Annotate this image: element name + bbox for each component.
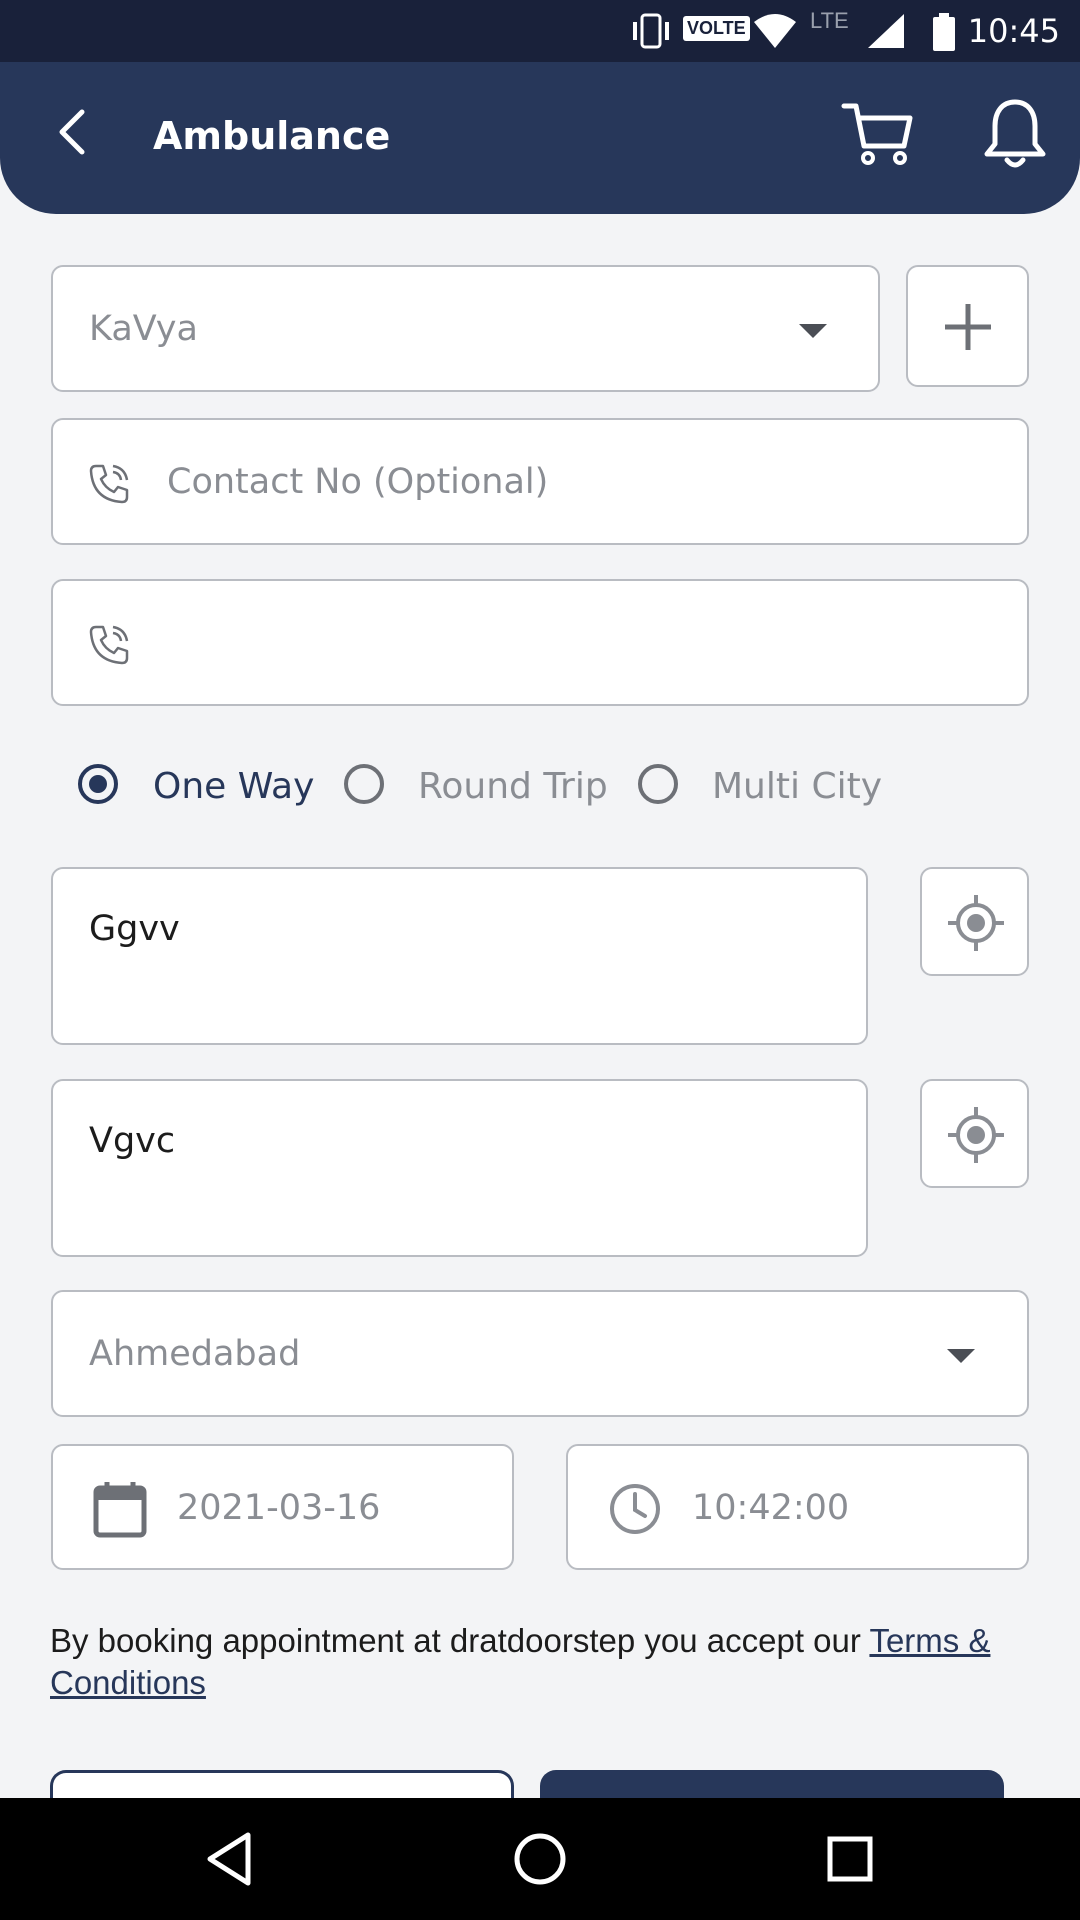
- signal-icon: [868, 14, 904, 48]
- radio-one-way-label[interactable]: One Way: [153, 766, 314, 807]
- drop-locate-button[interactable]: [920, 1079, 1029, 1188]
- contact-placeholder: Contact No (Optional): [167, 462, 549, 502]
- pickup-address-field[interactable]: Ggvv: [51, 867, 868, 1045]
- terms-prefix: By booking appointment at dratdoorstep y…: [50, 1622, 870, 1659]
- drop-address-field[interactable]: Vgvc: [51, 1079, 868, 1257]
- date-field[interactable]: 2021-03-16: [51, 1444, 514, 1570]
- nav-back-icon[interactable]: [200, 1829, 260, 1889]
- calendar-icon: [93, 1482, 147, 1538]
- city-select-value: Ahmedabad: [89, 1334, 301, 1374]
- back-arrow-icon[interactable]: [48, 102, 98, 162]
- battery-icon: [933, 13, 955, 51]
- nav-home-icon[interactable]: [510, 1829, 570, 1889]
- vibrate-icon: [633, 13, 669, 49]
- radio-round-trip-label[interactable]: Round Trip: [418, 766, 608, 807]
- trip-type-group: One Way Round Trip Multi City: [78, 764, 978, 812]
- radio-multi-city[interactable]: [638, 764, 678, 804]
- radio-one-way[interactable]: [78, 764, 118, 804]
- system-nav-bar: [0, 1798, 1080, 1920]
- wifi-icon: [754, 14, 796, 48]
- lte-label: LTE: [810, 8, 849, 33]
- locate-icon: [948, 895, 1004, 951]
- clock: 10:45: [967, 12, 1060, 50]
- cart-icon[interactable]: [840, 96, 916, 172]
- chevron-down-icon: [947, 1349, 975, 1363]
- chevron-down-icon: [799, 324, 827, 338]
- patient-select-value: KaVya: [89, 309, 198, 349]
- time-value: 10:42:00: [692, 1488, 850, 1528]
- drop-address-value: Vgvc: [89, 1121, 176, 1161]
- date-value: 2021-03-16: [177, 1488, 381, 1528]
- locate-icon: [948, 1107, 1004, 1163]
- nav-recents-icon[interactable]: [820, 1829, 880, 1889]
- terms-text: By booking appointment at dratdoorstep y…: [50, 1620, 1040, 1704]
- patient-select[interactable]: KaVya: [51, 265, 880, 392]
- status-bar: VOLTE LTE 10:45: [0, 0, 1080, 62]
- bell-icon[interactable]: [980, 96, 1050, 172]
- time-field[interactable]: 10:42:00: [566, 1444, 1029, 1570]
- clock-icon: [610, 1484, 660, 1534]
- add-patient-button[interactable]: [906, 265, 1029, 387]
- contact-field[interactable]: Contact No (Optional): [51, 418, 1029, 545]
- app-bar: Ambulance: [0, 62, 1080, 214]
- radio-multi-city-label[interactable]: Multi City: [712, 766, 882, 807]
- phone-icon: [89, 464, 129, 504]
- pickup-address-value: Ggvv: [89, 909, 180, 949]
- volte-badge: VOLTE: [683, 16, 750, 41]
- radio-round-trip[interactable]: [344, 764, 384, 804]
- phone-icon: [89, 625, 129, 665]
- pickup-locate-button[interactable]: [920, 867, 1029, 976]
- plus-icon: [945, 304, 991, 350]
- phone-field[interactable]: [51, 579, 1029, 706]
- page-title: Ambulance: [153, 114, 391, 158]
- city-select[interactable]: Ahmedabad: [51, 1290, 1029, 1417]
